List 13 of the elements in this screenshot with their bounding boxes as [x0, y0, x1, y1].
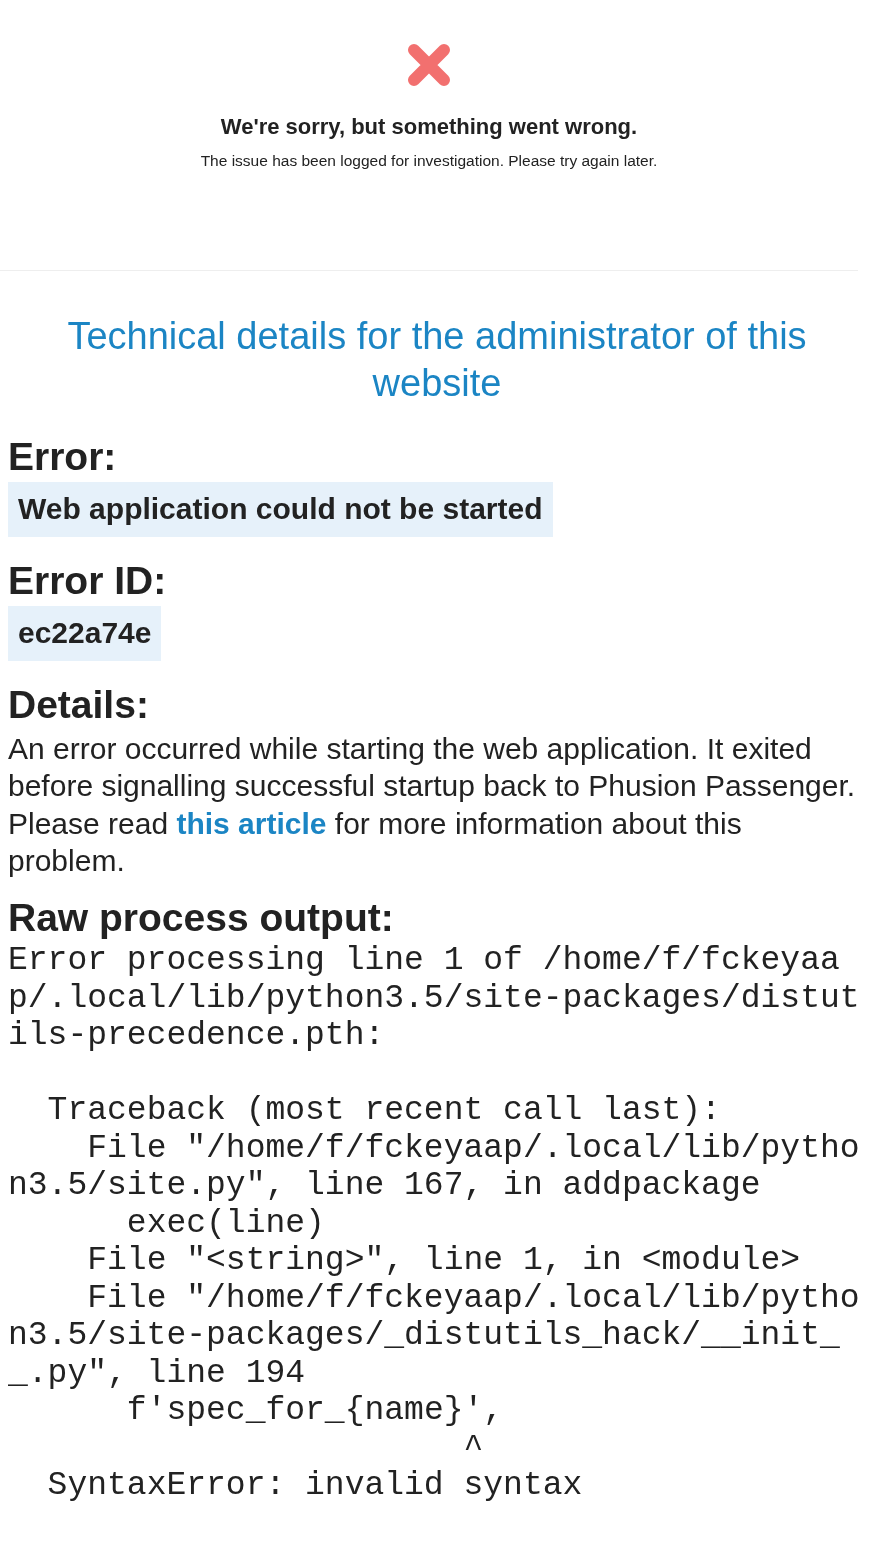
details-paragraph: An error occurred while starting the web application. It exited before signalling successful startup back to Phusion Passenger. Please read this article for more information about this problem.: [8, 730, 857, 880]
code-value: Web application could not be started: [8, 481, 553, 537]
process-output: Error processing line 1 of /home/f/fckeyaap/.local/lib/python3.5/site-packages/distutils-precedence.pth: Traceback (most recent call last): File "/home/f/fckeyaap/.local/lib/python3.5/site.py", line 167, in addpackage exec(line) File "<string>", line 1, in <module> File "/home/f/fckeyaap/.local/lib/python3.5/site-packages/_distutils_hack/__init__.py", line 194 f'spec_for_{name}', ^ SyntaxError: invalid syntax: [8, 942, 861, 1505]
error-title: We're sorry, but something went wrong.: [219, 113, 639, 141]
code-value: ec22a74e: [8, 605, 162, 661]
error-cross-icon: [406, 42, 452, 88]
section-label: Details:: [8, 682, 150, 728]
section-label: Error ID:: [8, 558, 168, 604]
section-label: Error:: [8, 435, 118, 480]
technical-details-heading: Technical details for the administrator of this website: [66, 314, 808, 406]
section-label: Raw process output:: [8, 895, 395, 941]
article-link[interactable]: this article: [176, 806, 327, 840]
error-message: The issue has been logged for investigation. Please try again later.: [199, 151, 659, 171]
